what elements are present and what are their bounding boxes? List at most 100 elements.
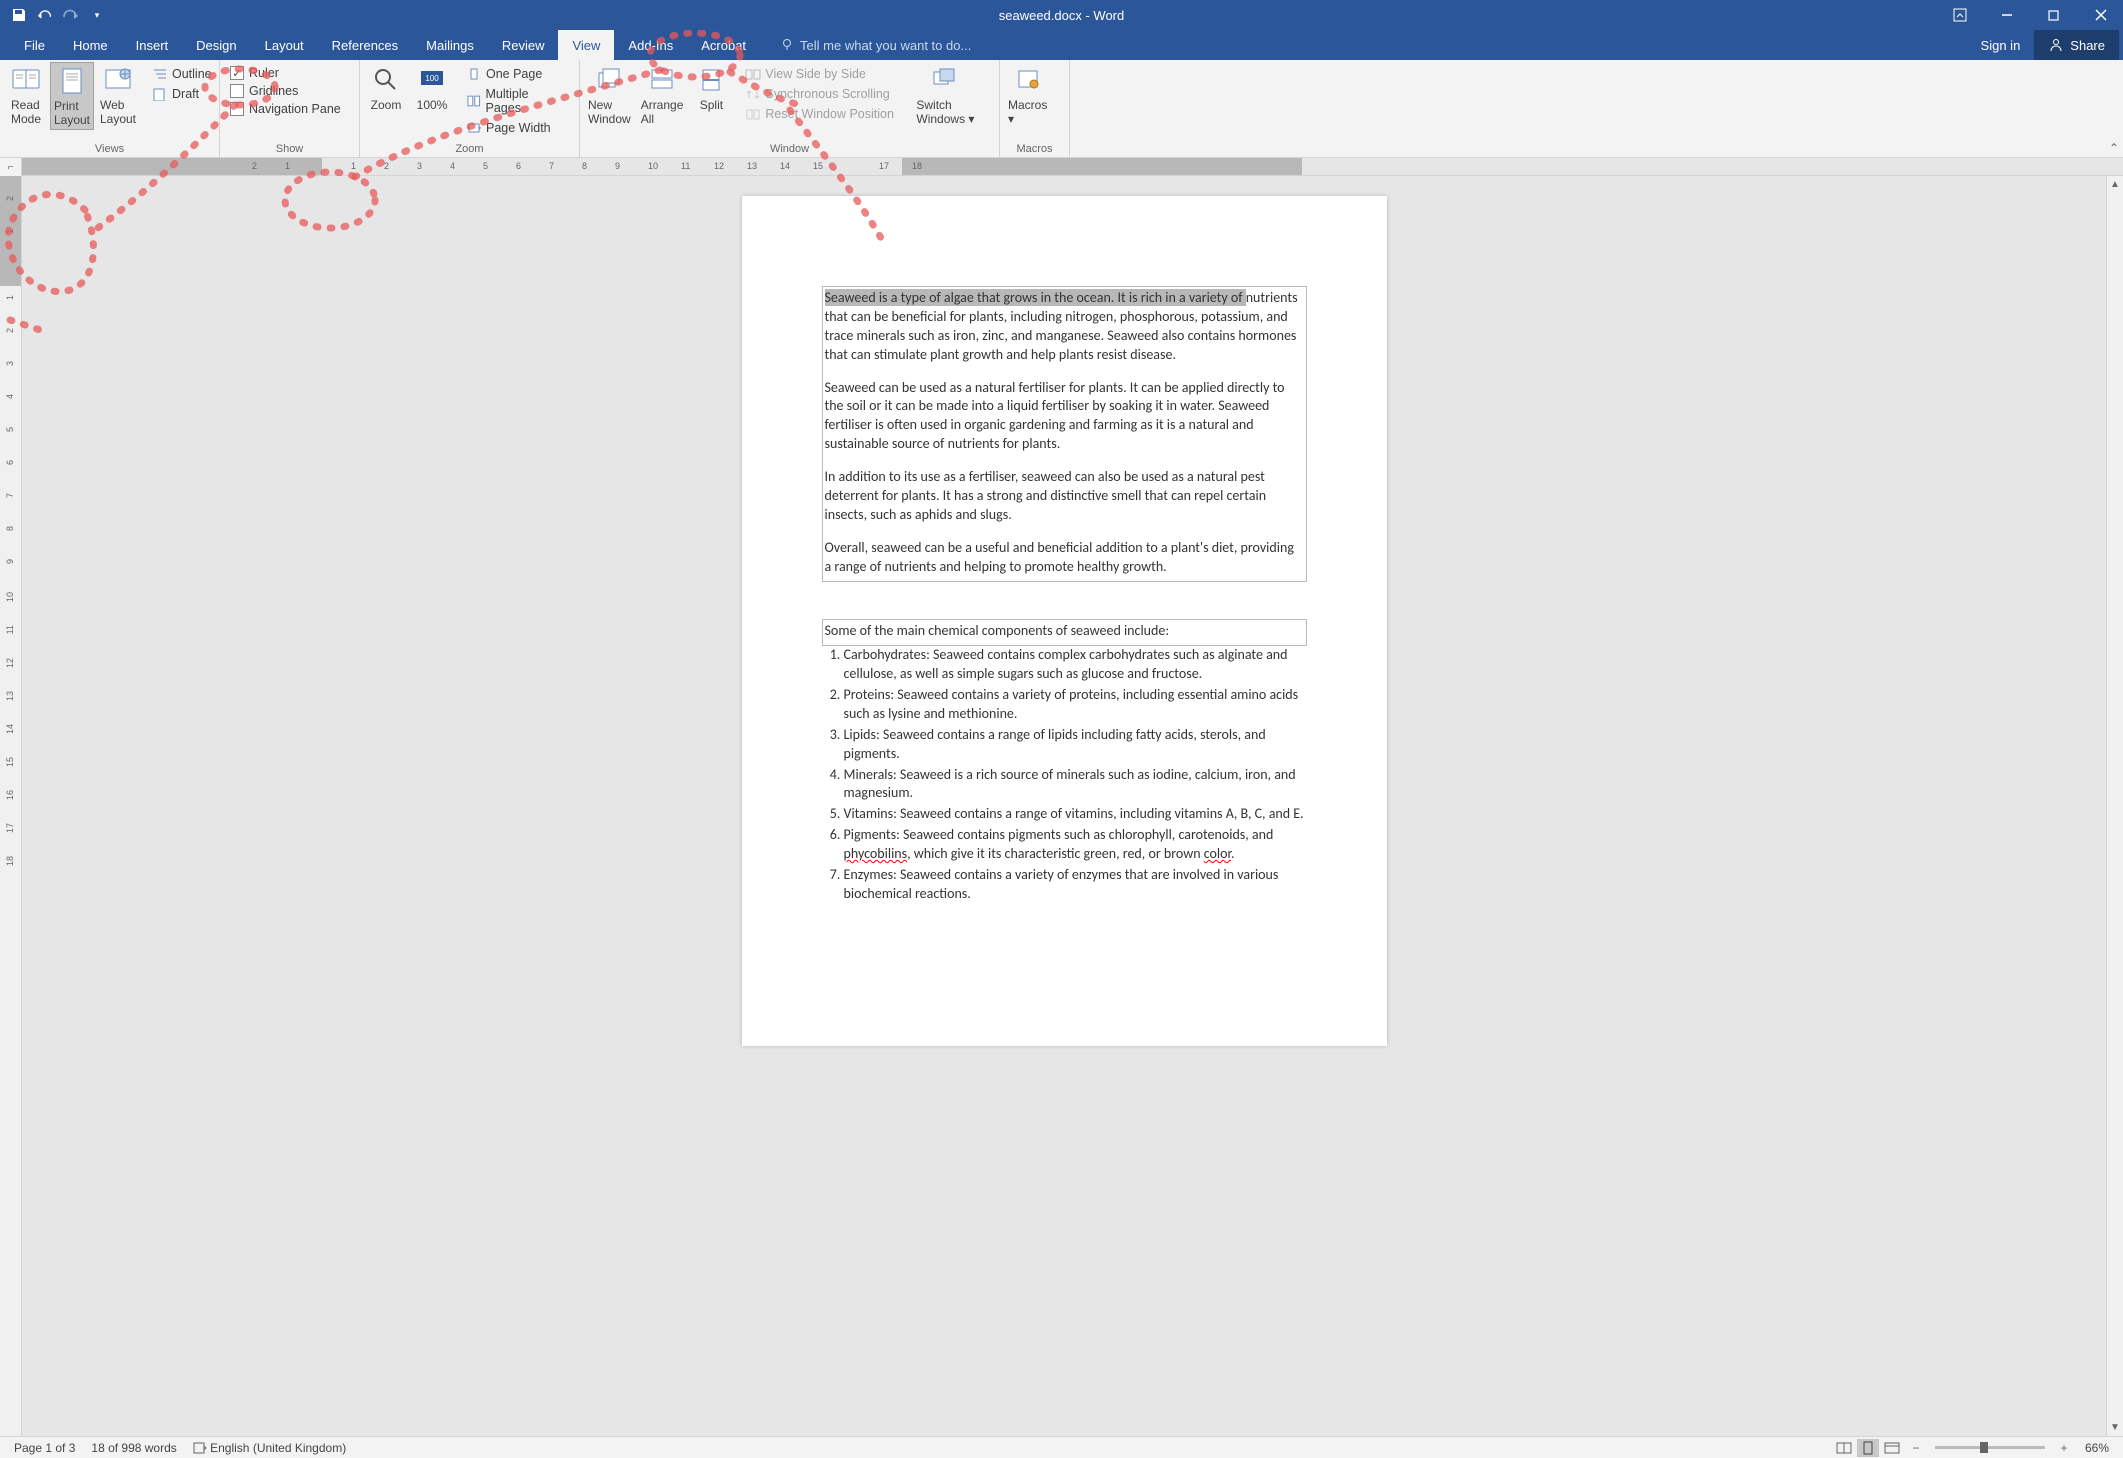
print-layout-button[interactable]: PrintLayout — [50, 62, 94, 130]
navigation-pane-checkbox[interactable]: Navigation Pane — [230, 102, 341, 116]
zoom-button[interactable]: Zoom — [364, 62, 408, 114]
heading-text[interactable]: Some of the main chemical components of … — [825, 622, 1304, 641]
print-layout-view-button[interactable] — [1857, 1439, 1879, 1457]
tab-review[interactable]: Review — [488, 30, 559, 60]
zoom-slider[interactable] — [1935, 1446, 2045, 1449]
new-window-label: NewWindow — [588, 98, 631, 126]
zoom-out-button[interactable]: − — [1905, 1439, 1927, 1457]
document-page[interactable]: Seaweed is a type of algae that grows in… — [742, 196, 1387, 1046]
qat-customize-icon[interactable]: ▾ — [88, 6, 106, 24]
tab-home[interactable]: Home — [59, 30, 122, 60]
paragraph-text[interactable]: Seaweed can be used as a natural fertili… — [825, 379, 1304, 455]
tell-me-search[interactable]: Tell me what you want to do... — [780, 30, 971, 60]
paragraph-text[interactable]: Overall, seaweed can be a useful and ben… — [825, 539, 1304, 577]
tab-acrobat[interactable]: Acrobat — [687, 30, 760, 60]
ribbon-display-options-icon[interactable] — [1937, 0, 1982, 30]
macros-button[interactable]: Macros▾ — [1004, 62, 1051, 128]
scroll-down-icon[interactable]: ▼ — [2107, 1419, 2123, 1436]
sign-in-link[interactable]: Sign in — [1971, 38, 2031, 53]
svg-text:100: 100 — [425, 74, 439, 83]
minimize-button[interactable] — [1984, 0, 2029, 30]
web-layout-button[interactable]: WebLayout — [96, 62, 140, 128]
tab-layout[interactable]: Layout — [251, 30, 318, 60]
ruler-label: Ruler — [249, 66, 279, 80]
zoom-100-icon: 100 — [416, 64, 448, 96]
tab-references[interactable]: References — [318, 30, 412, 60]
outline-button[interactable]: Outline — [148, 66, 216, 82]
tab-selector[interactable]: ⌐ — [0, 158, 22, 176]
one-page-button[interactable]: One Page — [462, 66, 569, 82]
read-mode-button[interactable]: ReadMode — [4, 62, 48, 128]
zoom-in-button[interactable]: + — [2053, 1439, 2075, 1457]
view-side-by-side-button[interactable]: View Side by Side — [741, 66, 904, 82]
share-button[interactable]: Share — [2034, 30, 2119, 60]
page-number-status[interactable]: Page 1 of 3 — [6, 1441, 83, 1455]
window-title: seaweed.docx - Word — [999, 8, 1125, 23]
web-layout-label: WebLayout — [100, 98, 136, 126]
switch-windows-button[interactable]: SwitchWindows ▾ — [912, 62, 978, 128]
list-item[interactable]: Proteins: Seaweed contains a variety of … — [844, 686, 1307, 724]
web-layout-icon — [102, 64, 134, 96]
vertical-scrollbar[interactable]: ▲ ▼ — [2106, 176, 2123, 1436]
undo-icon[interactable] — [36, 6, 54, 24]
vertical-ruler[interactable]: 21123456789101112131415161718 — [0, 176, 22, 1436]
scroll-up-icon[interactable]: ▲ — [2107, 176, 2123, 193]
tab-addins[interactable]: Add-Ins — [614, 30, 687, 60]
read-mode-view-button[interactable] — [1833, 1439, 1855, 1457]
outline-icon — [152, 67, 168, 81]
tab-insert[interactable]: Insert — [122, 30, 183, 60]
multiple-pages-icon — [466, 94, 482, 108]
multiple-pages-button[interactable]: Multiple Pages — [462, 86, 569, 116]
arrange-all-label: ArrangeAll — [641, 98, 684, 126]
split-label: Split — [700, 98, 723, 112]
page-width-icon — [466, 121, 482, 135]
synchronous-scrolling-button: Synchronous Scrolling — [741, 86, 904, 102]
list-item[interactable]: Carbohydrates: Seaweed contains complex … — [844, 646, 1307, 684]
list-item[interactable]: Pigments: Seaweed contains pigments such… — [844, 826, 1307, 864]
paragraph-text[interactable]: In addition to its use as a fertiliser, … — [825, 468, 1304, 525]
show-group-label: Show — [224, 143, 355, 157]
save-icon[interactable] — [10, 6, 28, 24]
document-canvas[interactable]: Seaweed is a type of algae that grows in… — [22, 176, 2106, 1436]
zoom-100-button[interactable]: 100 100% — [410, 62, 454, 114]
zoom-level-status[interactable]: 66% — [2077, 1441, 2117, 1455]
tab-design[interactable]: Design — [182, 30, 250, 60]
web-layout-view-button[interactable] — [1881, 1439, 1903, 1457]
selected-text[interactable]: Seaweed is a type of algae that grows in… — [825, 289, 1246, 306]
arrange-all-button[interactable]: ArrangeAll — [637, 62, 688, 128]
word-count-status[interactable]: 18 of 998 words — [83, 1441, 184, 1455]
arrange-all-icon — [646, 64, 678, 96]
page-width-button[interactable]: Page Width — [462, 120, 569, 136]
ruler-checkbox[interactable]: ✓ Ruler — [230, 66, 341, 80]
list-item[interactable]: Lipids: Seaweed contains a range of lipi… — [844, 726, 1307, 764]
maximize-button[interactable] — [2031, 0, 2076, 30]
horizontal-ruler[interactable]: 211234567891011121314151718 — [22, 158, 2123, 175]
close-button[interactable] — [2078, 0, 2123, 30]
draft-label: Draft — [172, 87, 199, 101]
share-icon — [2048, 37, 2064, 53]
read-mode-label: ReadMode — [11, 98, 41, 126]
list-item[interactable]: Vitamins: Seaweed contains a range of vi… — [844, 805, 1307, 824]
macros-icon — [1012, 64, 1044, 96]
tab-mailings[interactable]: Mailings — [412, 30, 488, 60]
list-item[interactable]: Minerals: Seaweed is a rich source of mi… — [844, 766, 1307, 804]
numbered-list[interactable]: Carbohydrates: Seaweed contains complex … — [822, 646, 1307, 904]
macros-group-label: Macros — [1004, 143, 1065, 157]
macros-label: Macros▾ — [1008, 98, 1047, 126]
collapse-ribbon-button[interactable]: ⌃ — [2109, 141, 2119, 155]
split-button[interactable]: Split — [689, 62, 733, 114]
side-by-side-icon — [745, 68, 761, 81]
switch-windows-icon — [929, 64, 961, 96]
gridlines-checkbox[interactable]: Gridlines — [230, 84, 341, 98]
print-layout-icon — [56, 65, 88, 97]
share-label: Share — [2070, 38, 2105, 53]
tab-file[interactable]: File — [10, 30, 59, 60]
draft-button[interactable]: Draft — [148, 86, 216, 102]
list-item[interactable]: Enzymes: Seaweed contains a variety of e… — [844, 866, 1307, 904]
page-width-label: Page Width — [486, 121, 551, 135]
language-status[interactable]: English (United Kingdom) — [185, 1441, 354, 1455]
new-window-button[interactable]: NewWindow — [584, 62, 635, 128]
redo-icon[interactable] — [62, 6, 80, 24]
reset-pos-label: Reset Window Position — [765, 107, 894, 121]
tab-view[interactable]: View — [558, 30, 614, 60]
